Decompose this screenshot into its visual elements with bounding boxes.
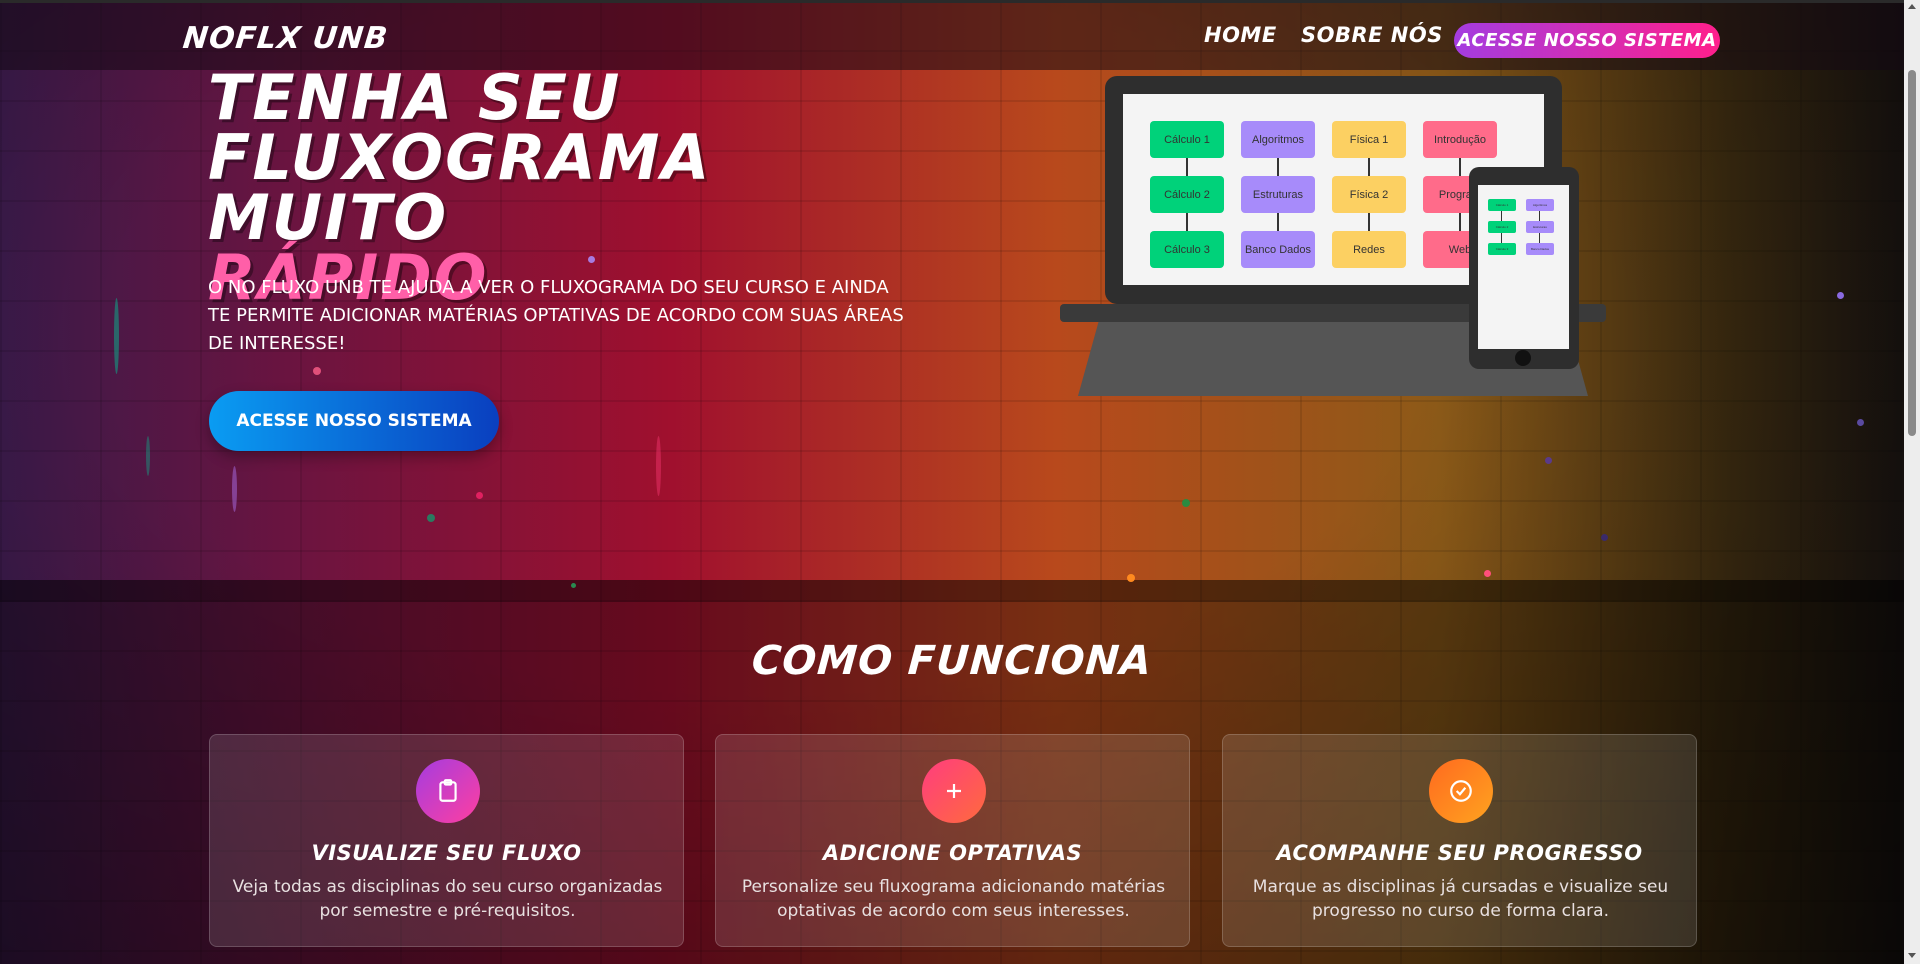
decorative-dot bbox=[476, 492, 483, 499]
flowchart-node: Estruturas bbox=[1241, 176, 1315, 213]
flowchart-node: Redes bbox=[1332, 231, 1406, 268]
clipboard-icon bbox=[416, 759, 480, 823]
flowchart-connector bbox=[1501, 211, 1502, 221]
feature-card-title: VISUALIZE SEU FLUXO bbox=[311, 841, 582, 865]
flowchart-connector bbox=[1539, 211, 1540, 221]
decorative-dot bbox=[1484, 570, 1491, 577]
flowchart-node: Banco Dados bbox=[1526, 243, 1554, 255]
feature-card-title: ACOMPANHE SEU PROGRESSO bbox=[1276, 841, 1643, 865]
feature-card-text: Personalize seu fluxograma adicionando m… bbox=[741, 877, 1166, 921]
nav-link-sobre-nos[interactable]: SOBRE NÓS bbox=[1301, 23, 1443, 47]
scroll-up-arrow-icon[interactable] bbox=[1908, 4, 1916, 9]
check-circle-icon bbox=[1429, 759, 1493, 823]
flowchart-node: Introdução bbox=[1423, 121, 1497, 158]
flowchart-connector bbox=[1459, 213, 1461, 231]
plus-icon bbox=[922, 759, 986, 823]
flowchart-connector bbox=[1539, 233, 1540, 243]
nav-link-home[interactable]: HOME bbox=[1204, 23, 1277, 47]
decorative-dot bbox=[1601, 534, 1608, 541]
page-scrollbar[interactable] bbox=[1904, 0, 1920, 964]
navbar: NOFLX UNB HOME SOBRE NÓS ACESSE NOSSO SI… bbox=[0, 0, 1920, 70]
decorative-dot bbox=[1857, 419, 1864, 426]
flowchart-node: Cálculo 1 bbox=[1488, 199, 1516, 211]
feature-card-visualize: VISUALIZE SEU FLUXO Veja todas as discip… bbox=[209, 734, 684, 947]
flowchart-connector bbox=[1277, 213, 1279, 231]
tablet-flowchart: Cálculo 1 Cálculo 2 Cálculo 3 Algoritmos Est… bbox=[1478, 185, 1569, 349]
decorative-dot bbox=[1182, 499, 1190, 507]
decorative-dot bbox=[1127, 574, 1135, 582]
flowchart-connector bbox=[1186, 213, 1188, 231]
scroll-down-arrow-icon[interactable] bbox=[1908, 953, 1916, 958]
tablet-home-button bbox=[1515, 350, 1531, 366]
hero-title-line-2: FLUXOGRAMA MUITO bbox=[208, 121, 712, 254]
decorative-dot bbox=[427, 514, 435, 522]
flowchart-node: Cálculo 2 bbox=[1150, 176, 1224, 213]
feature-card-text: Marque as disciplinas já cursadas e visu… bbox=[1252, 877, 1669, 921]
feature-card-progress: ACOMPANHE SEU PROGRESSO Marque as discip… bbox=[1222, 734, 1697, 947]
flowchart-node: Estruturas bbox=[1526, 221, 1554, 233]
feature-card-title: ADICIONE OPTATIVAS bbox=[822, 841, 1083, 865]
hero-title-line-1: TENHA SEU bbox=[208, 61, 622, 134]
flowchart-node: Banco Dados bbox=[1241, 231, 1315, 268]
hero-description: O NO FLUXO UNB TE AJUDA A VER O FLUXOGRA… bbox=[208, 277, 904, 354]
flowchart-node: Cálculo 2 bbox=[1488, 221, 1516, 233]
flowchart-node: Algoritmos bbox=[1241, 121, 1315, 158]
tablet-illustration: Cálculo 1 Cálculo 2 Cálculo 3 Algoritmos Est… bbox=[1469, 167, 1579, 369]
flowchart-connector bbox=[1277, 158, 1279, 176]
decorative-dot bbox=[313, 367, 321, 375]
decorative-dot bbox=[571, 583, 576, 588]
scrollbar-thumb[interactable] bbox=[1908, 70, 1916, 436]
hero-access-system-button[interactable]: ACESSE NOSSO SISTEMA bbox=[209, 391, 499, 451]
flowchart-connector bbox=[1186, 158, 1188, 176]
decorative-streak bbox=[146, 436, 150, 476]
nav-access-system-button[interactable]: ACESSE NOSSO SISTEMA bbox=[1454, 23, 1720, 58]
flowchart-node: Física 2 bbox=[1332, 176, 1406, 213]
feature-card-optatives: ADICIONE OPTATIVAS Personalize seu fluxo… bbox=[715, 734, 1190, 947]
decorative-dot bbox=[1837, 292, 1844, 299]
flowchart-node: Cálculo 1 bbox=[1150, 121, 1224, 158]
flowchart-node: Cálculo 3 bbox=[1150, 231, 1224, 268]
flowchart-connector bbox=[1368, 158, 1370, 176]
flowchart-node: Algoritmos bbox=[1526, 199, 1554, 211]
flowchart-node: Física 1 bbox=[1332, 121, 1406, 158]
decorative-streak bbox=[656, 436, 661, 496]
decorative-streak bbox=[232, 466, 237, 512]
flowchart-node: Cálculo 3 bbox=[1488, 243, 1516, 255]
flowchart-connector bbox=[1501, 233, 1502, 243]
hero-title: TENHA SEU FLUXOGRAMA MUITO RÁPIDO bbox=[208, 61, 928, 309]
flowchart-connector bbox=[1459, 158, 1461, 176]
section-title-how-it-works: COMO FUNCIONA bbox=[750, 638, 1154, 684]
decorative-streak bbox=[114, 298, 119, 374]
flowchart-connector bbox=[1368, 213, 1370, 231]
brand-logo[interactable]: NOFLX UNB bbox=[181, 21, 390, 56]
decorative-dot bbox=[1545, 457, 1552, 464]
feature-card-text: Veja todas as disciplinas do seu curso o… bbox=[232, 877, 663, 921]
